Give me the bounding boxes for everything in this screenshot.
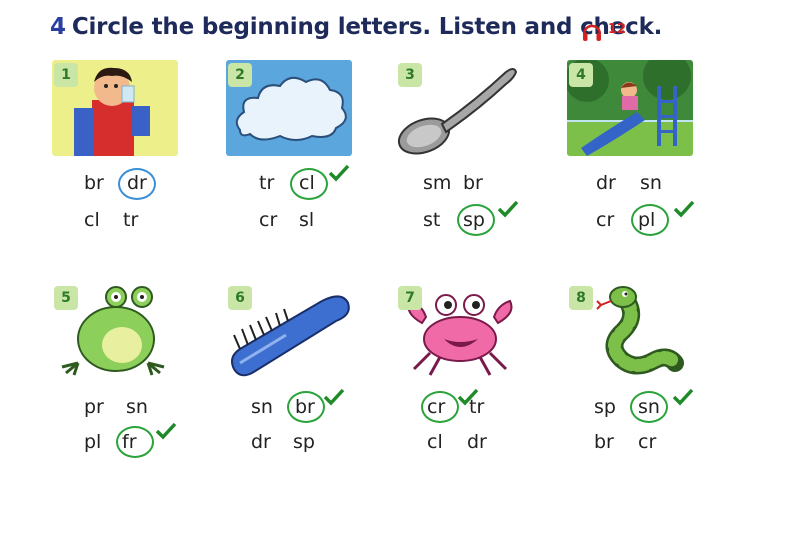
word-option[interactable]: sl [299, 209, 314, 231]
word-option[interactable]: dr [251, 431, 271, 453]
word-option[interactable]: br [84, 172, 104, 194]
item-number: 6 [228, 286, 252, 310]
answer-circle [118, 168, 156, 200]
word-option[interactable]: sn [126, 396, 148, 418]
item-number: 4 [569, 63, 593, 87]
word-option[interactable]: tr [123, 209, 138, 231]
word-option[interactable]: dr [596, 172, 616, 194]
word-option[interactable]: sp [594, 396, 616, 418]
word-option[interactable]: br [463, 172, 483, 194]
word-option[interactable]: cr [596, 209, 614, 231]
answer-circle [631, 204, 669, 236]
checkmark-icon [323, 388, 345, 406]
word-option[interactable]: cl [427, 431, 443, 453]
exercise-item-8: 8 [567, 283, 693, 379]
word-option[interactable]: sp [293, 431, 315, 453]
word-option[interactable]: pr [84, 396, 104, 418]
word-option[interactable]: pl [84, 431, 101, 453]
answer-circle [630, 391, 668, 423]
exercise-item-4: 4 [567, 60, 693, 156]
exercise-title: 4 Circle the beginning letters. Listen an… [50, 14, 662, 40]
answer-circle [290, 168, 328, 200]
answer-circle [116, 426, 154, 458]
instruction-text: Circle the beginning letters. Listen and… [71, 14, 663, 40]
checkmark-icon [673, 200, 695, 218]
word-option[interactable]: sn [640, 172, 662, 194]
checkmark-icon [672, 388, 694, 406]
headphones-icon[interactable] [581, 21, 603, 43]
word-option[interactable]: sn [251, 396, 273, 418]
exercise-item-6: 6 [226, 283, 352, 379]
word-option[interactable]: sm [423, 172, 451, 194]
item-number: 7 [398, 286, 422, 310]
exercise-item-5: 5 [52, 283, 178, 379]
item-number: 1 [54, 63, 78, 87]
exercise-item-3: 3 [396, 60, 522, 156]
item-number: 8 [569, 286, 593, 310]
word-option[interactable]: st [423, 209, 440, 231]
word-option[interactable]: cr [259, 209, 277, 231]
word-option[interactable]: tr [259, 172, 274, 194]
exercise-number: 4 [50, 14, 66, 40]
answer-circle [287, 391, 325, 423]
exercise-item-7: 7 [396, 283, 522, 379]
exercise-item-1: 1 [52, 60, 178, 156]
item-number: 3 [398, 63, 422, 87]
answer-circle [457, 204, 495, 236]
item-number: 2 [228, 63, 252, 87]
checkmark-icon [328, 164, 350, 182]
checkmark-icon [457, 388, 479, 406]
answer-circle [421, 391, 459, 423]
word-option[interactable]: cl [84, 209, 100, 231]
item-number: 5 [54, 286, 78, 310]
word-option[interactable]: br [594, 431, 614, 453]
word-option[interactable]: dr [467, 431, 487, 453]
track-number: 12 [608, 22, 627, 37]
exercise-item-2: 2 [226, 60, 352, 156]
checkmark-icon [155, 422, 177, 440]
checkmark-icon [497, 200, 519, 218]
word-option[interactable]: cr [638, 431, 656, 453]
